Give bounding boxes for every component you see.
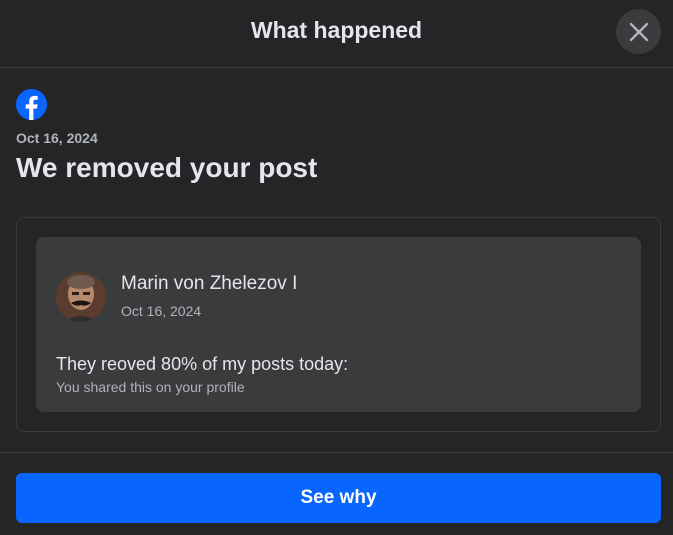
notice-title: We removed your post [16, 152, 318, 183]
post-author-name[interactable]: Marin von Zhelezov I [121, 273, 297, 295]
dialog-header: What happened [0, 0, 673, 68]
notice-date: Oct 16, 2024 [16, 130, 98, 146]
avatar[interactable] [56, 272, 106, 322]
removed-post-card[interactable]: Marin von Zhelezov I Oct 16, 2024 They r… [36, 237, 641, 412]
what-happened-dialog: What happened Oct 16, 2024 We removed yo… [0, 0, 673, 535]
post-date: Oct 16, 2024 [121, 303, 202, 319]
post-share-info: You shared this on your profile [56, 379, 245, 395]
close-icon [629, 22, 648, 41]
footer-divider [0, 452, 673, 453]
close-button[interactable] [616, 9, 661, 54]
post-text: They reoved 80% of my posts today: [56, 354, 349, 374]
see-why-button[interactable]: See why [16, 473, 661, 523]
facebook-logo-icon [16, 89, 47, 120]
dialog-title: What happened [250, 17, 423, 43]
